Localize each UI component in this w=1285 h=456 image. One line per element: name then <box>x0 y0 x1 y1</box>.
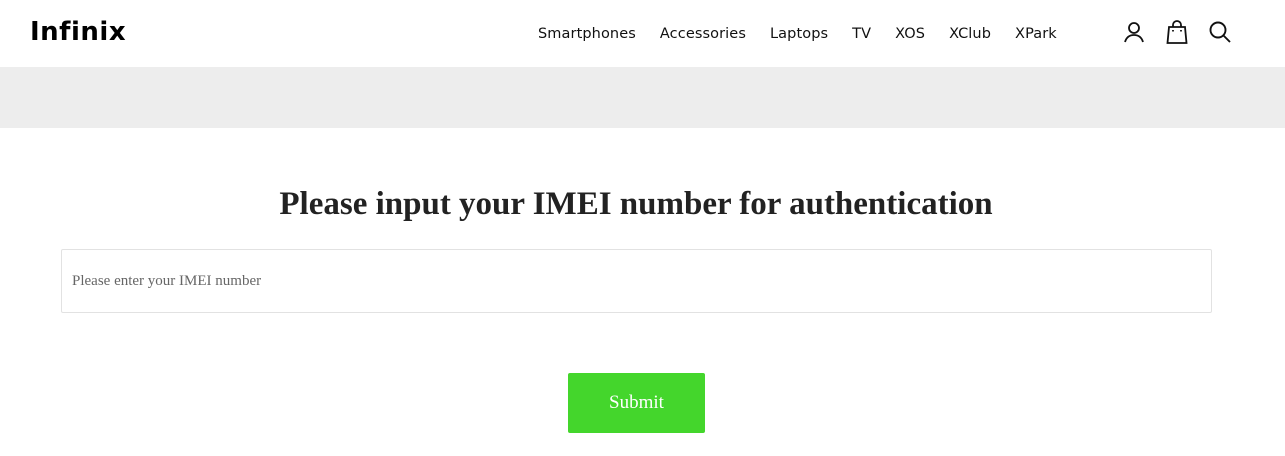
nav-smartphones[interactable]: Smartphones <box>538 26 636 42</box>
page-title: Please input your IMEI number for authen… <box>279 186 993 222</box>
nav-xos[interactable]: XOS <box>895 26 925 42</box>
infinix-logo[interactable]: Infinix <box>30 15 126 49</box>
nav-laptops[interactable]: Laptops <box>770 26 828 42</box>
main-nav: Smartphones Accessories Laptops TV XOS X… <box>538 0 1081 67</box>
page-banner <box>0 67 1285 128</box>
site-header: Infinix Smartphones Accessories Laptops … <box>0 0 1285 67</box>
nav-xclub[interactable]: XClub <box>949 26 991 42</box>
imei-input[interactable] <box>61 249 1212 313</box>
header-icons <box>1120 18 1234 46</box>
nav-tv[interactable]: TV <box>852 26 871 42</box>
nav-accessories[interactable]: Accessories <box>660 26 746 42</box>
submit-button[interactable]: Submit <box>568 373 705 433</box>
shopping-bag-icon[interactable] <box>1163 18 1191 46</box>
user-icon[interactable] <box>1120 18 1148 46</box>
search-icon[interactable] <box>1206 18 1234 46</box>
nav-xpark[interactable]: XPark <box>1015 26 1057 42</box>
